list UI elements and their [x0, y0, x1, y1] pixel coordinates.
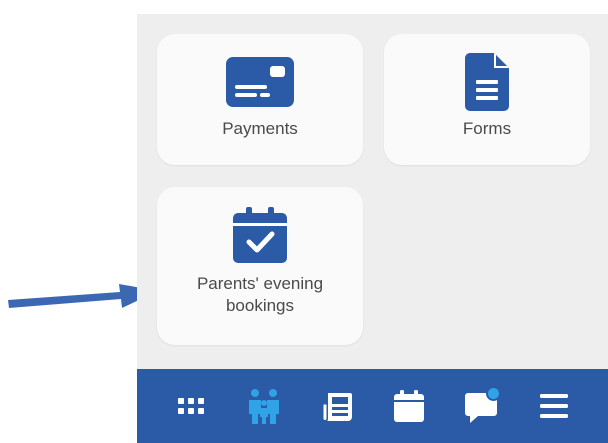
nav-family-button[interactable] — [240, 382, 288, 430]
screenshot-stage: Payments Forms Parents' evening bookings — [0, 0, 608, 443]
app-panel: Payments Forms Parents' evening bookings — [137, 14, 608, 443]
family-icon — [248, 389, 279, 424]
payments-tile[interactable]: Payments — [157, 34, 363, 165]
nav-calendar-button[interactable] — [385, 382, 433, 430]
credit-card-icon — [226, 54, 294, 110]
hamburger-menu-icon — [539, 394, 568, 418]
calendar-icon — [393, 390, 424, 422]
nav-messages-button[interactable] — [457, 382, 505, 430]
parents-evening-bookings-tile[interactable]: Parents' evening bookings — [157, 187, 363, 345]
newspaper-icon — [322, 393, 353, 421]
forms-tile[interactable]: Forms — [384, 34, 590, 165]
nav-apps-button[interactable] — [167, 382, 215, 430]
grid-menu-icon — [178, 398, 205, 414]
document-icon — [465, 53, 509, 111]
nav-news-button[interactable] — [312, 382, 360, 430]
notification-dot — [486, 386, 502, 401]
bottom-navigation-bar — [137, 369, 608, 443]
calendar-check-icon — [233, 207, 287, 263]
nav-menu-button[interactable] — [530, 382, 578, 430]
payments-label: Payments — [222, 119, 298, 138]
parents-evening-label: Parents' evening bookings — [196, 274, 324, 315]
forms-label: Forms — [462, 119, 512, 138]
